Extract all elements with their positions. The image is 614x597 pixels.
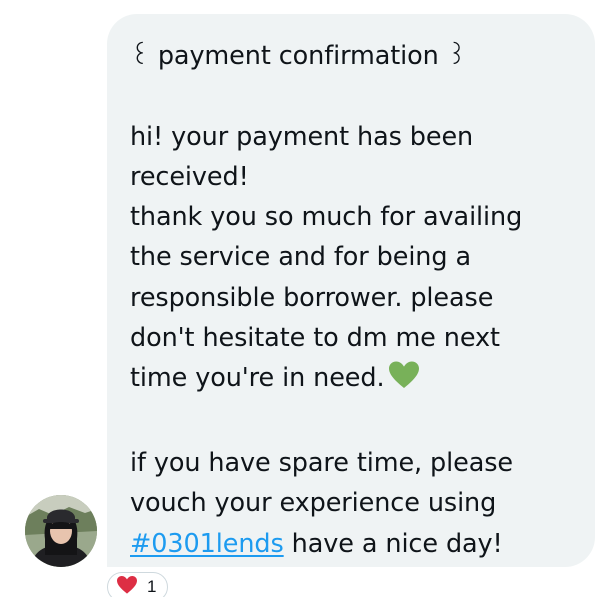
reaction-pill[interactable]: 1 [107,572,168,597]
message-title: ꒰ payment confirmation ꒱ [130,41,467,71]
message-line-with-hashtag: #0301lends have a nice day! [130,524,575,564]
green-heart-icon [388,360,420,402]
user-avatar-icon [25,495,97,567]
message-line: thank you so much for availing [130,202,523,233]
message-line: received! [130,161,249,192]
message-line: the service and for being a [130,242,471,273]
message-line-text: have a nice day! [283,528,503,559]
message-line-text: time you're in need. [130,363,385,394]
message-bubble[interactable]: ꒰ payment confirmation ꒱ hi! your paymen… [107,14,595,567]
message-line: if you have spare time, please [130,447,513,478]
avatar[interactable] [25,495,97,567]
reaction-count: 1 [147,577,157,596]
message-line: don't hesitate to dm me next [130,323,500,354]
red-heart-icon [116,575,138,597]
message-line: vouch your experience using [130,488,497,519]
message-line: responsible borrower. please [130,282,494,313]
message-line: hi! your payment has been [130,121,474,152]
hashtag-link[interactable]: #0301lends [130,529,284,559]
dm-conversation: ꒰ payment confirmation ꒱ hi! your paymen… [0,0,614,597]
message-line-with-emoji: time you're in need. [130,358,575,402]
